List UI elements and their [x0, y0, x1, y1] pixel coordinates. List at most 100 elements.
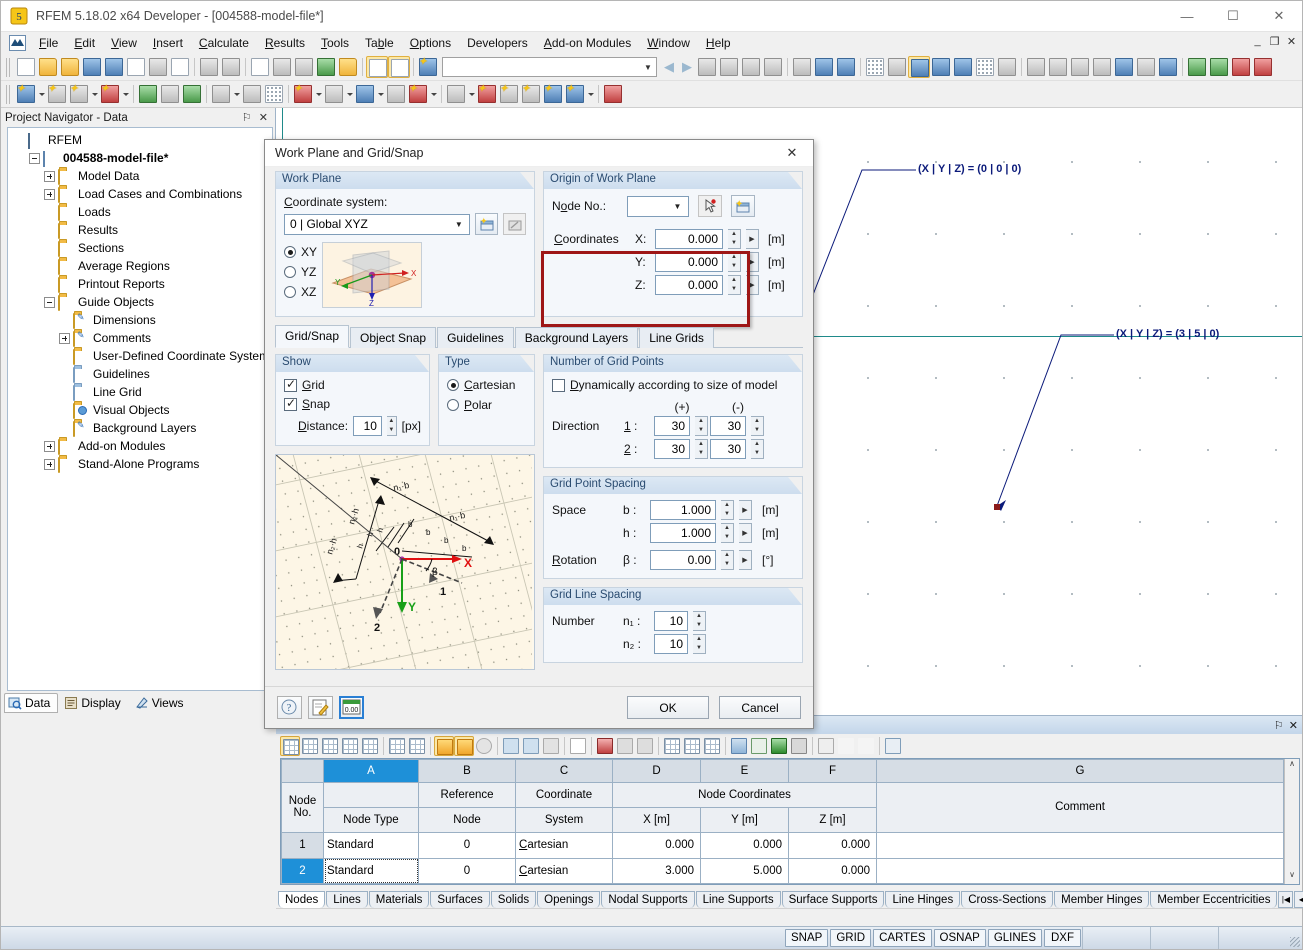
- prev-tab-icon[interactable]: ◀: [1294, 891, 1303, 908]
- pin-icon[interactable]: ⚐: [238, 111, 256, 124]
- table-row[interactable]: 2 Standard 0 Cartesian 3.000 5.000 0.000: [282, 858, 1284, 883]
- surface-dropdown-icon[interactable]: [314, 83, 323, 105]
- cancel-button[interactable]: Cancel: [719, 696, 801, 719]
- status-cartes-button[interactable]: CARTES: [873, 929, 931, 947]
- scroll-down-icon[interactable]: ∨: [1285, 870, 1299, 884]
- plane-option-xy[interactable]: XY: [284, 245, 317, 259]
- coordinate-x-spinner[interactable]: ▲▼: [728, 229, 741, 249]
- new-load-case-icon[interactable]: [445, 83, 467, 105]
- first-tab-icon[interactable]: |◀: [1278, 891, 1293, 908]
- chevron-down-icon[interactable]: ▼: [451, 220, 466, 229]
- tree-item-guide-objects[interactable]: Guide Objects: [8, 293, 272, 311]
- new-node-icon[interactable]: [15, 83, 37, 105]
- new-object-icon[interactable]: [407, 83, 429, 105]
- zoom-all-icon[interactable]: [293, 56, 315, 78]
- new-surface-icon[interactable]: [292, 83, 314, 105]
- table-tab-materials[interactable]: Materials: [369, 891, 430, 908]
- tree-item-add-on-modules[interactable]: Add-on Modules: [8, 437, 272, 455]
- table-tab-cross-sections[interactable]: Cross-Sections: [961, 891, 1053, 908]
- fill-down-icon[interactable]: [320, 736, 340, 756]
- menu-results[interactable]: Results: [257, 33, 313, 53]
- new-nodal-support-icon[interactable]: [210, 83, 232, 105]
- guideline-icon[interactable]: [996, 56, 1018, 78]
- zoom-window-icon[interactable]: [315, 56, 337, 78]
- direction-1-plus-spinner[interactable]: ▲▼: [695, 416, 708, 436]
- printout-report-icon[interactable]: [791, 56, 813, 78]
- direction-1-minus-input[interactable]: 30: [710, 416, 746, 436]
- menu-options[interactable]: Options: [402, 33, 459, 53]
- direction-2-minus-spinner[interactable]: ▲▼: [751, 439, 764, 459]
- new-free-load-icon[interactable]: [564, 83, 586, 105]
- row-2-y[interactable]: 5.000: [701, 858, 789, 883]
- direction-1-plus-input[interactable]: 30: [654, 416, 690, 436]
- grid-checkbox-icon[interactable]: [284, 379, 297, 392]
- coordinate-system-combo[interactable]: 0 | Global XYZ ▼: [284, 214, 470, 235]
- column-letter-f[interactable]: F: [789, 760, 877, 783]
- column-letter-g[interactable]: G: [877, 760, 1284, 783]
- info-icon[interactable]: [1113, 56, 1135, 78]
- tree-item-results[interactable]: Results: [8, 221, 272, 239]
- status-dxf-button[interactable]: DXF: [1044, 929, 1081, 947]
- radio-xy-icon[interactable]: [284, 246, 296, 258]
- duplicate-row-icon[interactable]: [521, 736, 541, 756]
- table-tab-member-eccentricities[interactable]: Member Eccentricities: [1150, 891, 1277, 908]
- table-tab-line-supports[interactable]: Line Supports: [696, 891, 781, 908]
- menu-developers[interactable]: Developers: [459, 33, 536, 53]
- n2-input[interactable]: 10: [654, 634, 688, 654]
- rotation-spinner[interactable]: ▲▼: [721, 550, 734, 570]
- coordinate-x-input[interactable]: 0.000: [655, 229, 723, 249]
- table-check-icon[interactable]: [749, 736, 769, 756]
- table-tab-surfaces[interactable]: Surfaces: [430, 891, 489, 908]
- show-grid-checkbox-row[interactable]: Grid: [284, 378, 421, 392]
- chevron-down-icon[interactable]: ▼: [670, 202, 685, 211]
- direction-2-plus-input[interactable]: 30: [654, 439, 690, 459]
- add-row-icon[interactable]: [501, 736, 521, 756]
- tree-item-line-grid[interactable]: Line Grid: [8, 383, 272, 401]
- menu-help[interactable]: Help: [698, 33, 739, 53]
- column-letter-c[interactable]: C: [516, 760, 613, 783]
- new-line-type-icon[interactable]: [68, 83, 90, 105]
- load-wizard-icon[interactable]: [417, 56, 439, 78]
- column-letter-b[interactable]: B: [419, 760, 516, 783]
- expander-icon[interactable]: [44, 441, 55, 452]
- row-1-z[interactable]: 0.000: [789, 833, 877, 858]
- lock-table-icon[interactable]: [883, 736, 903, 756]
- mdi-minimize-button[interactable]: _: [1250, 35, 1265, 48]
- tree-item-sections[interactable]: Sections: [8, 239, 272, 257]
- tab-grid-snap[interactable]: Grid/Snap: [275, 325, 349, 348]
- next-table-icon[interactable]: [407, 736, 427, 756]
- navigator-tab-views[interactable]: Views: [131, 693, 192, 713]
- save-icon[interactable]: [103, 56, 125, 78]
- align-table-icon[interactable]: [816, 736, 836, 756]
- grid-display-icon[interactable]: [864, 56, 886, 78]
- measure-slope-icon[interactable]: [762, 56, 784, 78]
- free-load-dropdown-icon[interactable]: [586, 83, 595, 105]
- table-tab-solids[interactable]: Solids: [491, 891, 536, 908]
- open-file-icon[interactable]: [37, 56, 59, 78]
- show-navigator-icon[interactable]: [366, 56, 388, 78]
- row-2-coordinate-system[interactable]: Cartesian: [516, 858, 613, 883]
- new-coordinate-system-button[interactable]: ✦: [475, 213, 498, 235]
- rotation-input[interactable]: 0.00: [650, 550, 716, 570]
- new-window-icon[interactable]: [337, 56, 359, 78]
- insert-row-icon[interactable]: [300, 736, 320, 756]
- row-2-node-type[interactable]: Standard: [324, 858, 419, 883]
- tree-item-background-layers[interactable]: Background Layers: [8, 419, 272, 437]
- menu-addon-modules[interactable]: Add-on Modules: [536, 33, 639, 53]
- snap-checkbox-icon[interactable]: [284, 398, 297, 411]
- space-b-picker[interactable]: ▶: [739, 500, 752, 520]
- edit-comment-button[interactable]: [308, 696, 333, 719]
- object-dropdown-icon[interactable]: [429, 83, 438, 105]
- tree-item-load-cases-and-combinations[interactable]: Load Cases and Combinations: [8, 185, 272, 203]
- new-member-load-icon[interactable]: [520, 83, 542, 105]
- table-tab-member-hinges[interactable]: Member Hinges: [1054, 891, 1149, 908]
- import-excel-icon[interactable]: [1208, 56, 1230, 78]
- node-2-marker[interactable]: [994, 504, 1000, 510]
- tree-item-user-defined-coordinate-systems[interactable]: User-Defined Coordinate Systems: [8, 347, 272, 365]
- space-b-spinner[interactable]: ▲▼: [721, 500, 734, 520]
- new-eccentricity-icon[interactable]: [263, 83, 285, 105]
- column-letter-e[interactable]: E: [701, 760, 789, 783]
- menu-file[interactable]: FFileile: [31, 33, 66, 53]
- radio-xz-icon[interactable]: [284, 286, 296, 298]
- function-icon[interactable]: [836, 736, 856, 756]
